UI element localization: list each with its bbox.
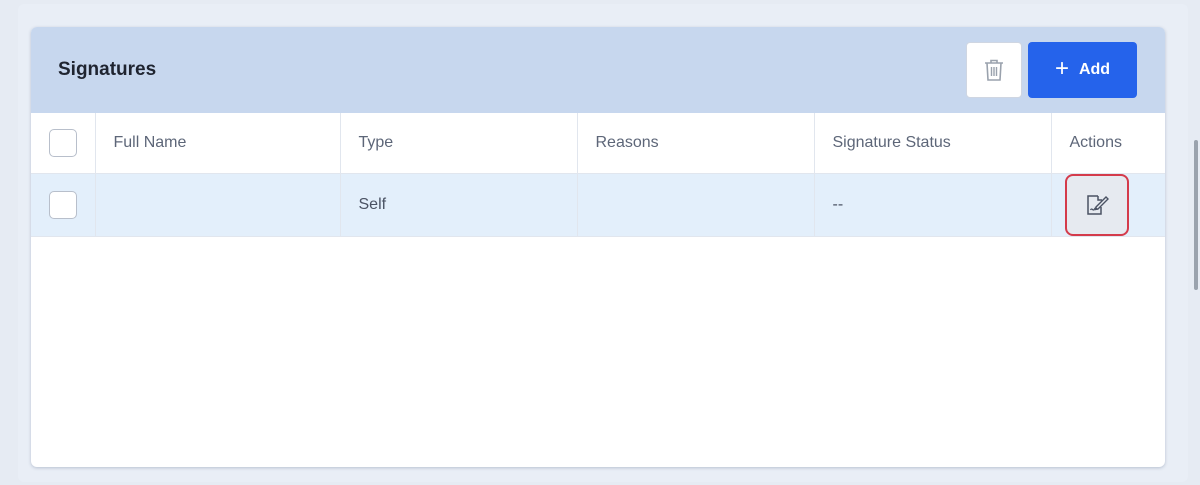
signatures-table: Full Name Type Reasons Signature Status … (31, 113, 1165, 237)
header-actions: + Add (966, 42, 1137, 98)
column-header-full-name[interactable]: Full Name (95, 113, 341, 174)
cell-reasons (577, 173, 815, 237)
column-header-actions: Actions (1051, 113, 1165, 174)
sign-document-button[interactable] (1064, 173, 1129, 236)
add-button-label: Add (1078, 61, 1111, 78)
row-select-cell (31, 173, 96, 237)
select-all-checkbox[interactable] (49, 128, 77, 157)
panel-title: Signatures (58, 59, 157, 80)
page-scrollbar[interactable] (1194, 140, 1198, 290)
sign-document-icon (1086, 194, 1109, 215)
panel-header: Signatures + Add (31, 27, 1165, 113)
cell-actions (1051, 173, 1165, 237)
cell-type: Self (340, 173, 578, 237)
column-header-type[interactable]: Type (340, 113, 578, 174)
table-header-row: Full Name Type Reasons Signature Status … (31, 113, 1165, 174)
cell-full-name (95, 173, 341, 237)
trash-icon (985, 59, 1003, 81)
cell-signature-status: -- (814, 173, 1052, 237)
column-header-reasons[interactable]: Reasons (577, 113, 815, 174)
table-row[interactable]: Self -- (31, 173, 1165, 237)
column-header-signature-status[interactable]: Signature Status (814, 113, 1052, 174)
row-checkbox[interactable] (49, 190, 77, 219)
select-all-cell (31, 113, 96, 174)
add-button[interactable]: + Add (1028, 42, 1137, 98)
plus-icon: + (1054, 55, 1069, 82)
signatures-panel: Signatures + Add Full Name Type Reasons … (31, 27, 1165, 467)
delete-button[interactable] (966, 42, 1022, 98)
